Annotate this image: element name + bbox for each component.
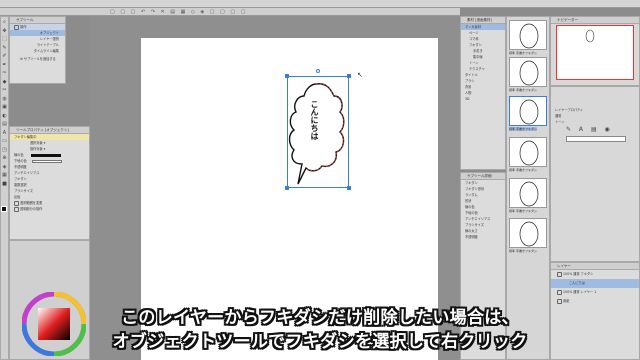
material-tree-item[interactable]: 3D <box>461 96 505 102</box>
gear-icon: ⚙ <box>20 57 23 61</box>
top-toolbar <box>0 0 640 8</box>
resize-handle-bl[interactable] <box>285 186 289 190</box>
resize-handle-tl[interactable] <box>285 74 289 78</box>
eye-icon <box>557 271 562 277</box>
layer-row[interactable]: 100% 通常 フキダシ <box>551 270 639 279</box>
balloon-thumbnail[interactable] <box>509 218 547 248</box>
checkbox-icon <box>14 206 19 212</box>
edit-icons[interactable]: ✎ A ▤ ◉ <box>566 126 613 133</box>
subtool-panel-header: サブツール <box>10 17 65 24</box>
ruler-icons[interactable] <box>566 136 626 142</box>
hand-icon <box>14 24 19 30</box>
balloon-icon <box>519 181 539 207</box>
subtool-detail-header: サブツール詳細 <box>461 173 505 180</box>
balloon-thumbnail[interactable] <box>509 178 547 208</box>
caption-line-2: オブジェクトツールでフキダシを選択して右クリック <box>112 332 528 352</box>
thumbnail-label: 標準 手書きフキダシ <box>509 51 538 55</box>
subtool-panel: サブツール 操作 オブジェクト レイヤー選択 ライトテーブル タイムライン編集 … <box>9 16 66 84</box>
layer-row[interactable]: 100% 通常 レイヤー 1 <box>551 288 639 297</box>
thumbnail-label: 標準 手書きフキダシ <box>509 168 538 172</box>
navigator-balloon-icon <box>585 29 595 43</box>
thumbnail-label: 標準 手書きフキダシ <box>509 209 538 213</box>
command-icons[interactable]: ▢ ▢ ▢ ↶ ↷ ✕ ▤ ▦ ◇ ◈ ▢ ▢ ▢ ▢ <box>110 9 270 15</box>
balloon-icon <box>519 23 539 49</box>
detail-row[interactable]: 不透明度 <box>461 234 505 240</box>
tool-icons[interactable]: ⌕ ✥ ⬚ ✎ ✐ ✒ ✑ ◆ ✂ ◍ ▣ ◐ ▤ A ▭ ◳ ⊕ ◈ ▦ ■ <box>1 18 8 218</box>
navigator-header: ナビゲーター <box>551 17 639 24</box>
layer-row-selected[interactable]: こんにちは <box>551 279 639 288</box>
fg-color-swatch[interactable] <box>1 206 7 212</box>
subtool-item-timeline[interactable]: タイムライン編集 <box>10 48 65 54</box>
selection-box[interactable] <box>287 76 349 188</box>
mouse-cursor-icon: ↖ <box>357 71 363 79</box>
resize-handle-br[interactable] <box>347 186 351 190</box>
add-subtool-button[interactable]: ⚙ サブツールを追加する <box>10 56 65 62</box>
material-panel-header: 素材 [漫画素材] <box>461 17 505 24</box>
balloon-icon <box>519 60 539 86</box>
material-panel: 素材 [漫画素材] マンガ素材 ページ コマ枠 フキダシ 手書き 集中線 トーン… <box>460 16 506 170</box>
thumbnail-label: 標準 手書きフキダシ <box>509 249 538 253</box>
thumbnail-label: 標準 手書きフキダシ <box>509 88 538 92</box>
balloon-icon <box>519 221 539 247</box>
tone-label: トーン <box>555 120 565 124</box>
balloon-thumbnail[interactable] <box>509 137 547 167</box>
eye-icon <box>557 289 562 295</box>
layer-panel-header: レイヤー <box>551 263 639 270</box>
balloon-icon <box>519 140 539 166</box>
caption-line-1: このレイヤーからフキダシだけ削除したい場合は、 <box>121 308 519 328</box>
rotate-handle[interactable] <box>316 69 320 73</box>
tool-property-panel: ツールプロパティ [オブジェクト] フキダシ編集中 選択対象 ▾ 操作対象 ▾ … <box>9 126 90 240</box>
balloon-thumbnail-selected[interactable] <box>509 96 547 126</box>
balloon-thumbnail[interactable] <box>509 57 547 87</box>
resize-handle-tr[interactable] <box>347 74 351 78</box>
balloon-icon <box>519 99 539 125</box>
balloon-thumbnail[interactable] <box>509 20 547 50</box>
checkbox-icon <box>14 200 19 206</box>
sub-view-panel: レイヤープロパティ 通常 トーン <box>550 86 640 262</box>
tool-property-header: ツールプロパティ [オブジェクト] <box>10 127 89 134</box>
option-transparent-op[interactable]: 透明部分の操作 <box>10 206 89 212</box>
thumbnail-label: 標準 手書きフキダシ <box>509 127 538 131</box>
